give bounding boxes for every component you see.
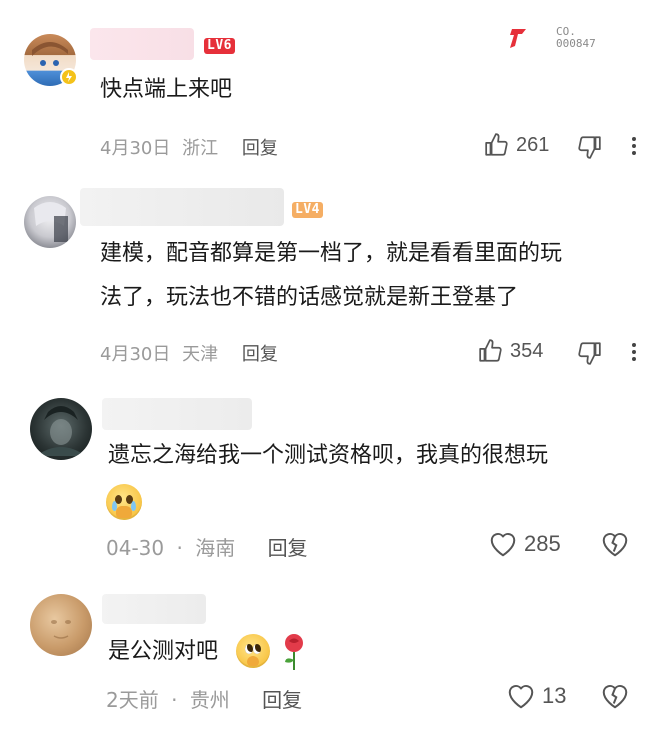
dislike-button[interactable] xyxy=(600,682,630,710)
comment-date: 4月30日 xyxy=(100,344,171,365)
reply-button[interactable]: 回复 xyxy=(242,344,278,365)
avatar-face-icon xyxy=(34,202,68,242)
comment-text: 是公测对吧 xyxy=(108,639,219,664)
username[interactable] xyxy=(80,188,284,226)
comment-location: 天津 xyxy=(182,344,219,365)
avatar-face-icon xyxy=(51,620,71,639)
more-dot xyxy=(632,151,636,155)
username[interactable] xyxy=(90,28,194,60)
comment-item: 遗忘之海给我一个测试资格呗，我真的很想玩 04-30 · 海南 回复 285 xyxy=(0,386,662,586)
heart-icon xyxy=(490,533,516,557)
comment-date: 4月30日 xyxy=(100,138,171,159)
comment-date: 04-30 xyxy=(106,536,165,560)
avatar[interactable] xyxy=(24,196,76,248)
heart-icon xyxy=(508,685,534,709)
comment-text-line-2: 法了，玩法也不错的话感觉就是新王登基了 xyxy=(100,285,519,310)
comment-meta: 4月30日 浙江 回复 xyxy=(100,134,278,160)
rose-icon xyxy=(285,634,303,670)
comment-text: 遗忘之海给我一个测试资格呗，我真的很想玩 xyxy=(108,443,549,468)
dislike-button[interactable] xyxy=(576,134,602,160)
like-button[interactable]: 13 xyxy=(506,682,566,710)
comment-location: 海南 xyxy=(195,536,236,560)
like-count: 285 xyxy=(524,531,561,556)
level-badge: LV6 xyxy=(204,38,235,54)
like-button[interactable]: 354 xyxy=(478,338,543,364)
comment-item: 是公测对吧 2天前 · 贵州 回复 13 xyxy=(0,586,662,731)
avatar-face-icon xyxy=(36,406,86,456)
reply-button[interactable]: 回复 xyxy=(262,688,302,712)
reply-button[interactable]: 回复 xyxy=(268,536,308,560)
broken-heart-icon xyxy=(602,533,628,557)
comment-meta: 4月30日 天津 回复 xyxy=(100,340,278,366)
comment-date: 2天前 xyxy=(106,688,159,712)
thumb-down-icon xyxy=(578,342,601,365)
more-button[interactable] xyxy=(631,134,637,158)
reply-button[interactable]: 回复 xyxy=(242,138,278,159)
username[interactable] xyxy=(102,398,252,430)
comment-item: LV4 建模，配音都算是第一档了，就是看看里面的玩 法了，玩法也不错的话感觉就是… xyxy=(0,180,662,386)
like-count: 261 xyxy=(516,133,550,156)
comment-text: 快点端上来吧 xyxy=(100,77,233,102)
more-dot xyxy=(632,357,636,361)
thumb-down-icon xyxy=(578,136,601,159)
more-dot xyxy=(632,144,636,148)
like-button[interactable]: 285 xyxy=(488,530,561,558)
pleading-emoji-icon xyxy=(236,634,270,668)
like-count: 13 xyxy=(542,683,567,708)
comment-meta: 04-30 · 海南 回复 xyxy=(106,536,308,560)
more-dot xyxy=(632,137,636,141)
comment-location: 贵州 xyxy=(189,688,230,712)
avatar[interactable] xyxy=(30,594,92,656)
more-button[interactable] xyxy=(631,340,637,364)
comment-item: LV6 快点端上来吧 4月30日 浙江 回复 261 xyxy=(0,0,662,180)
broken-heart-icon xyxy=(602,685,628,709)
dislike-button[interactable] xyxy=(576,340,602,366)
comment-text-line-1: 建模，配音都算是第一档了，就是看看里面的玩 xyxy=(100,241,563,266)
crying-emoji-icon xyxy=(106,484,142,520)
level-badge: LV4 xyxy=(292,202,323,218)
like-button[interactable]: 261 xyxy=(484,132,549,158)
comment-meta: 2天前 · 贵州 回复 xyxy=(106,688,303,712)
more-dot xyxy=(632,343,636,347)
avatar[interactable] xyxy=(30,398,92,460)
like-count: 354 xyxy=(510,339,544,362)
verified-badge-icon xyxy=(60,68,78,86)
thumb-up-icon xyxy=(485,133,508,156)
comment-location: 浙江 xyxy=(182,138,219,159)
dislike-button[interactable] xyxy=(600,530,630,558)
more-dot xyxy=(632,350,636,354)
thumb-up-icon xyxy=(479,339,502,362)
username[interactable] xyxy=(102,594,206,624)
